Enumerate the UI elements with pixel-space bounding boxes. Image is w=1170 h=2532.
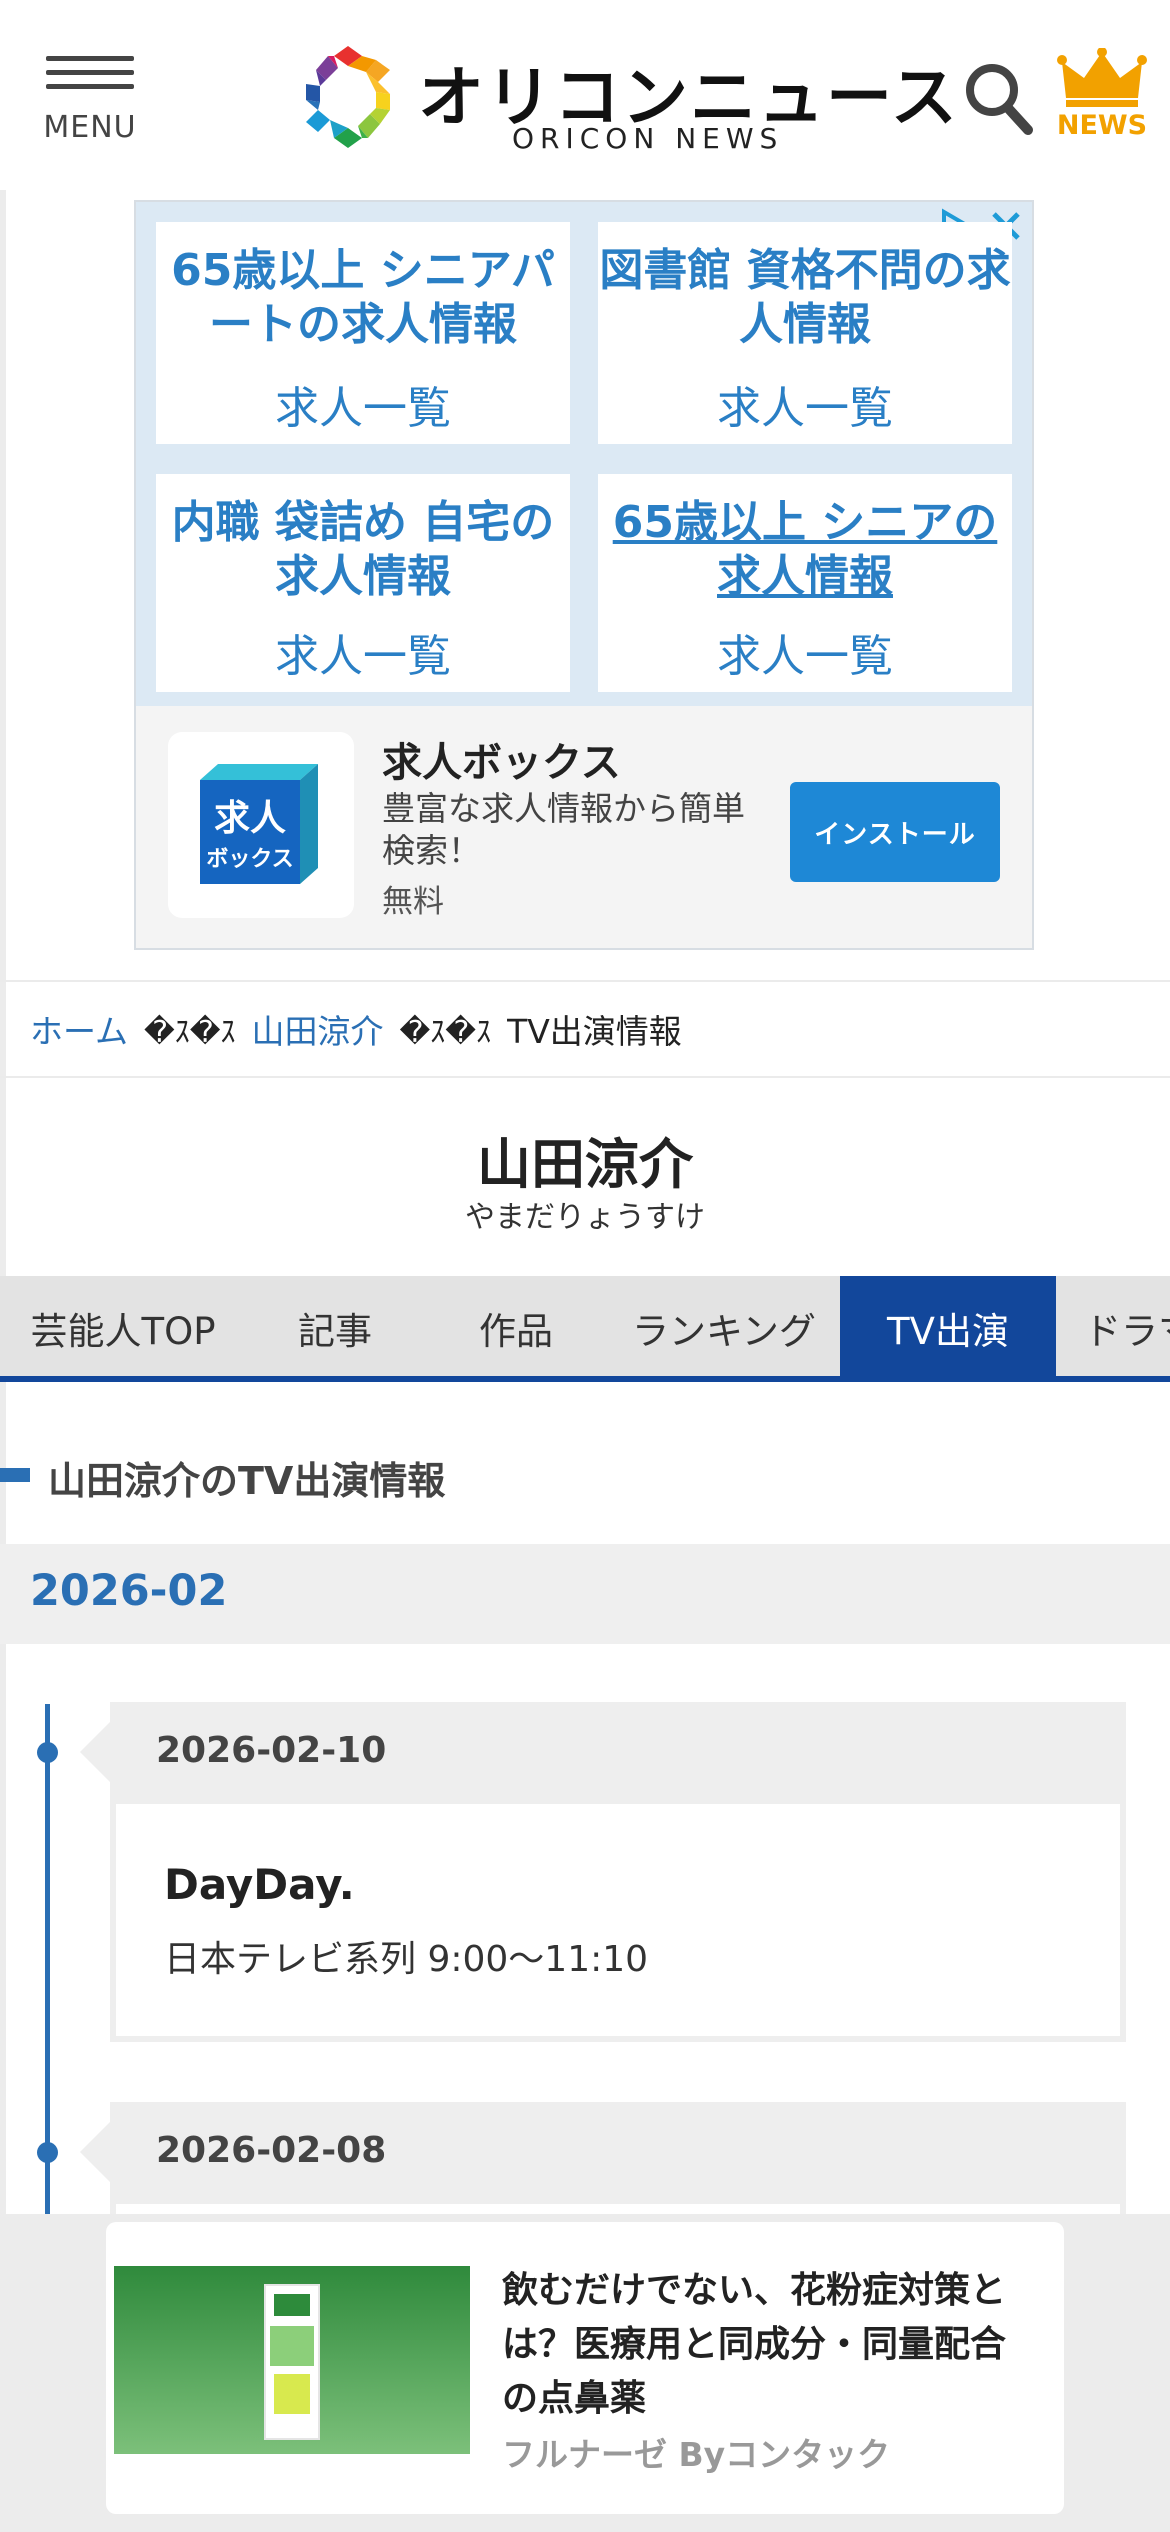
tv-entry-card[interactable]: DayDay. 日本テレビ系列 9:00〜11:10: [110, 1804, 1126, 2042]
nasal-spray-box: [264, 2284, 320, 2440]
hamburger-icon-bar-3: [46, 84, 134, 89]
ad-tile-link: 求人一覧: [717, 383, 893, 434]
app-icon: 求人 ボックス: [168, 732, 354, 918]
hamburger-icon-bar-1: [46, 56, 134, 61]
ad-tile-link: 求人一覧: [275, 631, 451, 682]
sticky-ad-sponsor: フルナーゼ Byコンタック: [502, 2435, 891, 2474]
month-header: 2026-02: [0, 1544, 1170, 1644]
search-button[interactable]: [962, 60, 1036, 136]
product-band: [274, 2374, 310, 2414]
section-marker: [0, 1468, 30, 1482]
entry-date: 2026-02-08: [156, 2130, 387, 2171]
site-logo[interactable]: オリコンニュース ORICON NEWS: [296, 42, 957, 162]
ad-tile-link: 求人一覧: [717, 631, 893, 682]
news-label: NEWS: [1056, 110, 1148, 141]
entry-date-header: 2026-02-08: [110, 2102, 1126, 2204]
page-edge: [0, 0, 6, 2532]
ad-tile-title: 図書館 資格不問の求人情報: [599, 245, 1011, 350]
ad-app-promo[interactable]: 求人 ボックス 求人ボックス 豊富な求人情報から簡単検索！ 無料 インストール: [136, 706, 1032, 948]
breadcrumb-separator: �ｽ�ｽ: [399, 1015, 492, 1050]
product-label: [270, 2326, 314, 2366]
sticky-bottom-ad: 飲むだけでない、花粉症対策とは？医療用と同成分・同量配合の点鼻薬 フルナーゼ B…: [0, 2214, 1170, 2532]
timeline-dot: [37, 1742, 58, 1763]
logo-subtext: ORICON NEWS: [512, 122, 784, 155]
tab-articles[interactable]: 記事: [246, 1276, 424, 1380]
news-ranking-button[interactable]: NEWS: [1056, 47, 1148, 148]
month-label: 2026-02: [30, 1566, 228, 1616]
entry-date: 2026-02-10: [156, 1730, 387, 1771]
sticky-ad-headline: 飲むだけでない、花粉症対策とは？医療用と同成分・同量配合の点鼻薬: [502, 2270, 1007, 2419]
product-image: [114, 2266, 470, 2454]
ad-tile-title: 65歳以上 シニアの求人情報: [612, 497, 998, 602]
program-broadcast-info: 日本テレビ系列 9:00〜11:10: [164, 1939, 649, 1980]
timeline-pointer: [80, 1722, 110, 1782]
app-icon-text-2: ボックス: [206, 847, 293, 872]
tab-tv[interactable]: TV出演: [840, 1276, 1056, 1380]
product-cap: [274, 2294, 310, 2316]
search-icon: [966, 64, 1033, 135]
tab-drama[interactable]: ドラマ: [1056, 1276, 1170, 1380]
artist-kana: やまだりょうすけ: [465, 1200, 705, 1235]
site-header: MENU オリコンニュース ORICON NEWS NEWS: [0, 0, 1170, 190]
ad-tile-title: 内職 袋詰め 自宅の求人情報: [171, 497, 555, 602]
tab-ranking[interactable]: ランキング: [608, 1276, 840, 1380]
oricon-logo-icon: [306, 46, 390, 148]
entry-date-header: 2026-02-10: [110, 1702, 1126, 1804]
app-price: 無料: [382, 884, 444, 920]
menu-button[interactable]: MENU: [42, 56, 138, 146]
ad-tile-link: 求人一覧: [275, 383, 451, 434]
ad-tile-2[interactable]: 図書館 資格不問の求人情報 求人一覧: [598, 222, 1012, 444]
tab-top[interactable]: 芸能人TOP: [0, 1276, 246, 1380]
page-title: 山田涼介: [477, 1133, 693, 1196]
timeline-dot: [37, 2142, 58, 2163]
install-button[interactable]: インストール: [790, 782, 1000, 882]
hamburger-icon-bar-2: [46, 70, 134, 75]
breadcrumb-home-link[interactable]: ホーム: [30, 1005, 128, 1053]
artist-tabs: 芸能人TOP 記事 作品 ランキング TV出演 ドラマ: [0, 1276, 1170, 1380]
ad-tile-4[interactable]: 65歳以上 シニアの求人情報 求人一覧: [598, 474, 1012, 692]
breadcrumb-artist-link[interactable]: 山田涼介: [252, 1005, 384, 1053]
ad-tile-3[interactable]: 内職 袋詰め 自宅の求人情報 求人一覧: [156, 474, 570, 692]
job-box-app-icon: 求人 ボックス: [200, 764, 318, 884]
section-title: 山田涼介のTV出演情報: [48, 1459, 446, 1503]
app-description: 豊富な求人情報から簡単検索！: [382, 789, 745, 870]
display-ad: 65歳以上 シニアパートの求人情報 求人一覧 図書館 資格不問の求人情報 求人一…: [134, 200, 1034, 950]
breadcrumb-current: TV出演情報: [507, 1012, 682, 1051]
tabs-underline: [0, 1376, 1170, 1382]
menu-label: MENU: [43, 110, 137, 145]
program-title: DayDay.: [164, 1860, 355, 1909]
app-name: 求人ボックス: [382, 740, 621, 786]
tab-works[interactable]: 作品: [424, 1276, 608, 1380]
ad-tile-title: 65歳以上 シニアパートの求人情報: [171, 245, 555, 350]
tv-entry-inner: DayDay. 日本テレビ系列 9:00〜11:10: [116, 1804, 1120, 2036]
timeline-pointer: [80, 2122, 110, 2182]
breadcrumb-separator: �ｽ�ｽ: [144, 1015, 236, 1050]
sticky-ad-card[interactable]: 飲むだけでない、花粉症対策とは？医療用と同成分・同量配合の点鼻薬 フルナーゼ B…: [106, 2222, 1064, 2514]
ad-tile-1[interactable]: 65歳以上 シニアパートの求人情報 求人一覧: [156, 222, 570, 444]
app-icon-text-1: 求人: [214, 798, 286, 839]
crown-icon: [1057, 47, 1147, 107]
breadcrumb: ホーム �ｽ�ｽ 山田涼介 �ｽ�ｽ TV出演情報: [0, 980, 1170, 1078]
